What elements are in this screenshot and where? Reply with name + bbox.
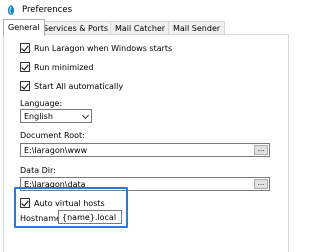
run-minimized-option[interactable]: Run minimized — [20, 61, 93, 73]
data-dir-label: Data Dir: — [20, 166, 56, 175]
title-bar: Preferences — [0, 0, 300, 22]
tab-mail-catcher[interactable]: Mail Catcher — [110, 21, 171, 35]
tab-mail-sender[interactable]: Mail Sender — [168, 21, 226, 35]
language-value: English — [24, 112, 53, 121]
auto-virtual-hosts-option[interactable]: Auto virtual hosts — [20, 197, 105, 209]
start-all-label: Start All automatically — [34, 81, 124, 91]
laragon-app-icon — [7, 5, 15, 15]
preferences-window: Preferences General Services & Ports Mai… — [0, 0, 300, 252]
hostname-value: {name}.local — [62, 213, 117, 222]
checkmark-icon — [21, 62, 29, 71]
chevron-down-icon — [81, 111, 90, 120]
document-root-label: Document Root: — [20, 131, 85, 140]
run-on-start-label: Run Laragon when Windows starts — [34, 43, 173, 53]
checkmark-icon — [21, 43, 29, 52]
tab-strip: General Services & Ports Mail Catcher Ma… — [0, 19, 300, 36]
window-title: Preferences — [22, 5, 72, 15]
run-minimized-label: Run minimized — [34, 62, 94, 72]
start-all-checkbox[interactable] — [20, 81, 30, 91]
hostname-field[interactable]: {name}.local — [58, 210, 122, 224]
run-on-start-checkbox[interactable] — [20, 43, 30, 53]
checkmark-icon — [21, 81, 29, 90]
language-label: Language: — [20, 99, 63, 108]
start-all-option[interactable]: Start All automatically — [20, 80, 123, 92]
auto-virtual-hosts-checkbox[interactable] — [20, 198, 30, 208]
document-root-browse-button[interactable]: ... — [254, 145, 268, 155]
tab-services-ports[interactable]: Services & Ports — [38, 21, 114, 35]
document-root-field[interactable]: E:\laragon\www ... — [20, 143, 270, 157]
run-on-start-option[interactable]: Run Laragon when Windows starts — [20, 42, 172, 54]
run-minimized-checkbox[interactable] — [20, 62, 30, 72]
tab-general[interactable]: General — [3, 19, 45, 36]
language-select[interactable]: English — [20, 109, 92, 123]
checkmark-icon — [21, 198, 29, 207]
data-dir-browse-button[interactable]: ... — [254, 179, 268, 189]
auto-virtual-hosts-label: Auto virtual hosts — [34, 198, 105, 208]
document-root-value: E:\laragon\www — [24, 146, 88, 155]
